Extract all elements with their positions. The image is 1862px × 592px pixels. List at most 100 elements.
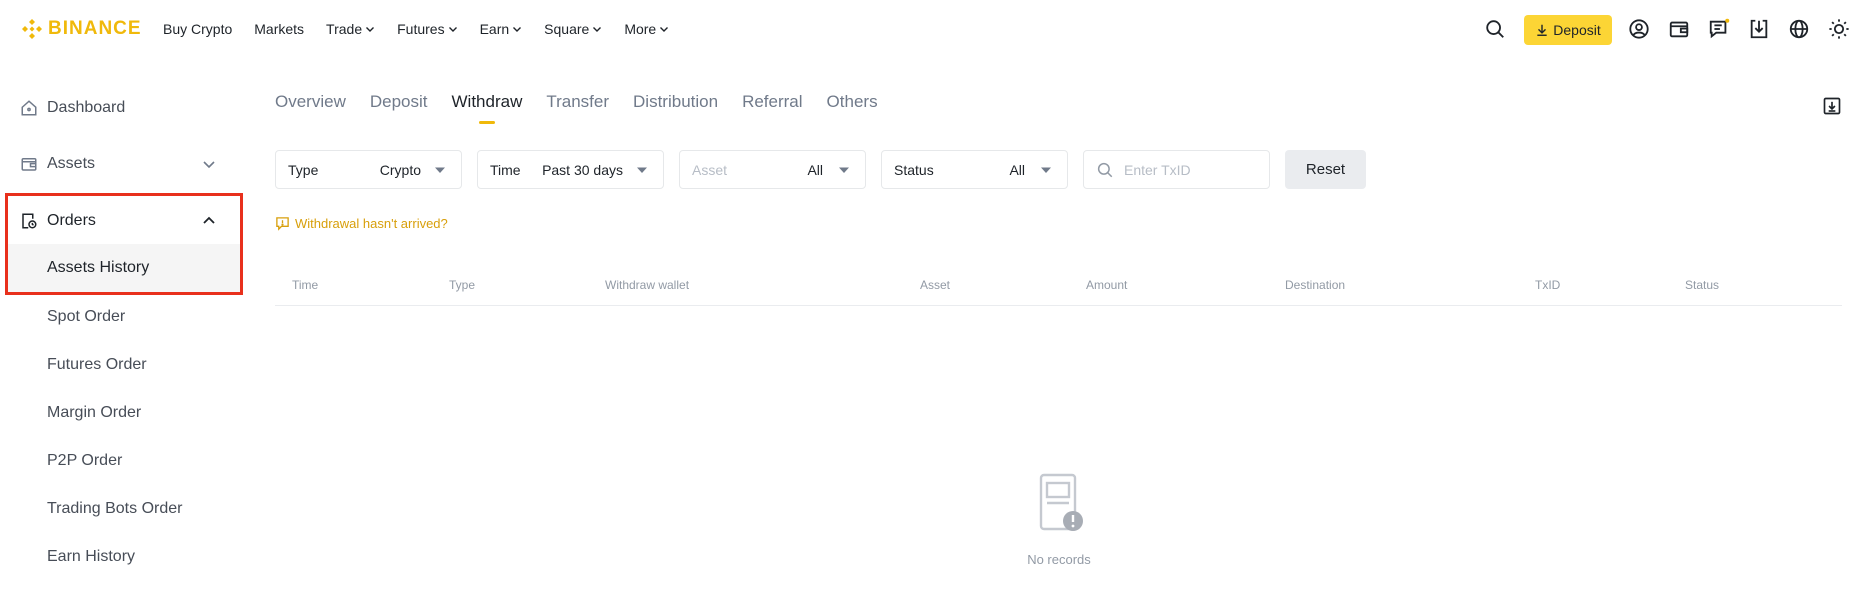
nav-item-square[interactable]: Square [544,21,602,37]
filter-label: Time [490,161,521,178]
filter-value: Crypto [379,161,421,178]
sidebar-subitem-label: P2P Order [47,452,123,469]
sidebar-item-assets[interactable]: Assets [0,140,240,188]
sidebar-item-label: Dashboard [47,99,126,116]
sidebar-item-dashboard[interactable]: Dashboard [0,84,240,132]
sidebar-item-orders[interactable]: Orders [0,197,240,245]
sidebar-subitem-earn-history[interactable]: Earn History [7,533,241,581]
sidebar-subitem-assets-history[interactable]: Assets History [7,244,241,292]
tab-transfer[interactable]: Transfer [546,92,609,128]
type-filter-select[interactable]: Type Crypto [275,150,462,189]
nav-item-trade[interactable]: Trade [326,21,375,37]
chevron-down-icon [660,27,669,32]
txid-search-input[interactable] [1124,161,1264,178]
filter-value: All [1009,161,1025,178]
caret-down-icon [435,167,445,173]
sidebar-item-label: Assets [47,155,96,172]
column-header-time: Time [292,278,319,292]
nav-item-label: Square [544,21,590,37]
search-icon [1097,162,1113,177]
chevron-down-icon [593,27,602,32]
empty-state-text: No records [1027,552,1091,567]
brand-name: BINANCE [48,18,142,39]
filter-label: Status [894,161,934,178]
notice-text: Withdrawal hasn't arrived? [295,216,448,231]
sidebar-subitem-label: Margin Order [47,404,142,421]
search-icon[interactable] [1484,18,1506,40]
globe-icon[interactable] [1788,18,1810,40]
withdrawal-notice-link[interactable]: Withdrawal hasn't arrived? [275,216,448,231]
sidebar-subitem-trading-bots-order[interactable]: Trading Bots Order [7,485,241,533]
nav-item-buy-crypto[interactable]: Buy Crypto [163,21,232,37]
nav-item-earn[interactable]: Earn [480,21,523,37]
filter-label: Asset [692,161,728,178]
empty-state [1024,473,1094,540]
user-icon[interactable] [1628,18,1650,40]
reset-button[interactable]: Reset [1285,150,1366,189]
wallet-icon [20,155,38,173]
nav-item-futures[interactable]: Futures [397,21,457,37]
caret-down-icon [839,167,849,173]
nav-item-label: Futures [397,21,445,37]
chevron-down-icon [448,27,457,32]
tab-withdraw[interactable]: Withdraw [452,92,522,128]
sidebar-subitem-label: Futures Order [47,356,147,373]
column-header-amount: Amount [1086,278,1128,292]
nav-item-label: Trade [326,21,363,37]
filter-value: All [807,161,823,178]
txid-search-box [1083,150,1270,189]
no-records-icon [1039,473,1083,531]
caret-down-icon [637,167,647,173]
chevron-up-icon [201,213,217,229]
theme-icon[interactable] [1828,18,1850,40]
app-download-icon[interactable] [1748,18,1770,40]
column-header-status: Status [1685,278,1720,292]
column-header-txid: TxID [1535,278,1561,292]
deposit-button[interactable]: Deposit [1524,15,1612,45]
binance-logo-icon [22,19,42,39]
nav-item-label: Markets [254,21,305,37]
nav-item-label: Buy Crypto [163,21,233,37]
status-filter-select[interactable]: Status All [881,150,1068,189]
sidebar-subitem-futures-order[interactable]: Futures Order [7,341,241,389]
column-header-type: Type [449,278,476,292]
main-nav: Buy Crypto Markets Trade Futures Earn Square M… [163,18,691,40]
sidebar-subitem-p2p-order[interactable]: P2P Order [7,437,241,485]
filter-label: Type [288,161,319,178]
sidebar-subitem-margin-order[interactable]: Margin Order [7,389,241,437]
tab-deposit[interactable]: Deposit [370,92,428,128]
filter-value: Past 30 days [542,161,623,178]
tab-overview[interactable]: Overview [275,92,346,128]
binance-logo[interactable]: BINANCE [20,17,142,41]
chevron-down-icon [201,156,217,172]
asset-filter-select[interactable]: Asset All [679,150,866,189]
message-icon[interactable] [1708,18,1730,40]
tab-others[interactable]: Others [827,92,878,128]
nav-item-label: Earn [479,21,510,37]
top-navigation: BINANCE Buy Crypto Markets Trade Futures Ear… [0,0,1862,58]
tab-referral[interactable]: Referral [742,92,802,128]
tab-distribution[interactable]: Distribution [633,92,718,128]
sidebar-subitem-spot-order[interactable]: Spot Order [7,293,241,341]
table-header: Time Type Withdraw wallet Asset Amount Destin… [275,274,1842,306]
nav-item-more[interactable]: More [624,21,669,37]
history-tabs: Overview Deposit Withdraw Transfer Distribut… [275,92,902,128]
sidebar-item-label: Orders [47,212,96,229]
time-filter-select[interactable]: Time Past 30 days [477,150,664,189]
column-header-asset: Asset [920,278,951,292]
question-chat-icon [276,217,289,231]
sidebar-subitem-label: Trading Bots Order [47,500,183,517]
column-header-destination: Destination [1285,278,1346,292]
column-header-withdraw-wallet: Withdraw wallet [605,278,690,292]
deposit-button-label: Deposit [1553,22,1601,38]
home-icon [20,99,38,117]
export-icon[interactable] [1822,96,1842,116]
sidebar-subitem-label: Earn History [47,548,136,565]
sidebar-subitem-label: Assets History [47,259,150,276]
nav-item-label: More [624,21,657,37]
wallet-icon[interactable] [1668,18,1690,40]
chevron-down-icon [513,27,522,32]
order-icon [20,212,38,230]
caret-down-icon [1041,167,1051,173]
nav-item-markets[interactable]: Markets [254,21,304,37]
